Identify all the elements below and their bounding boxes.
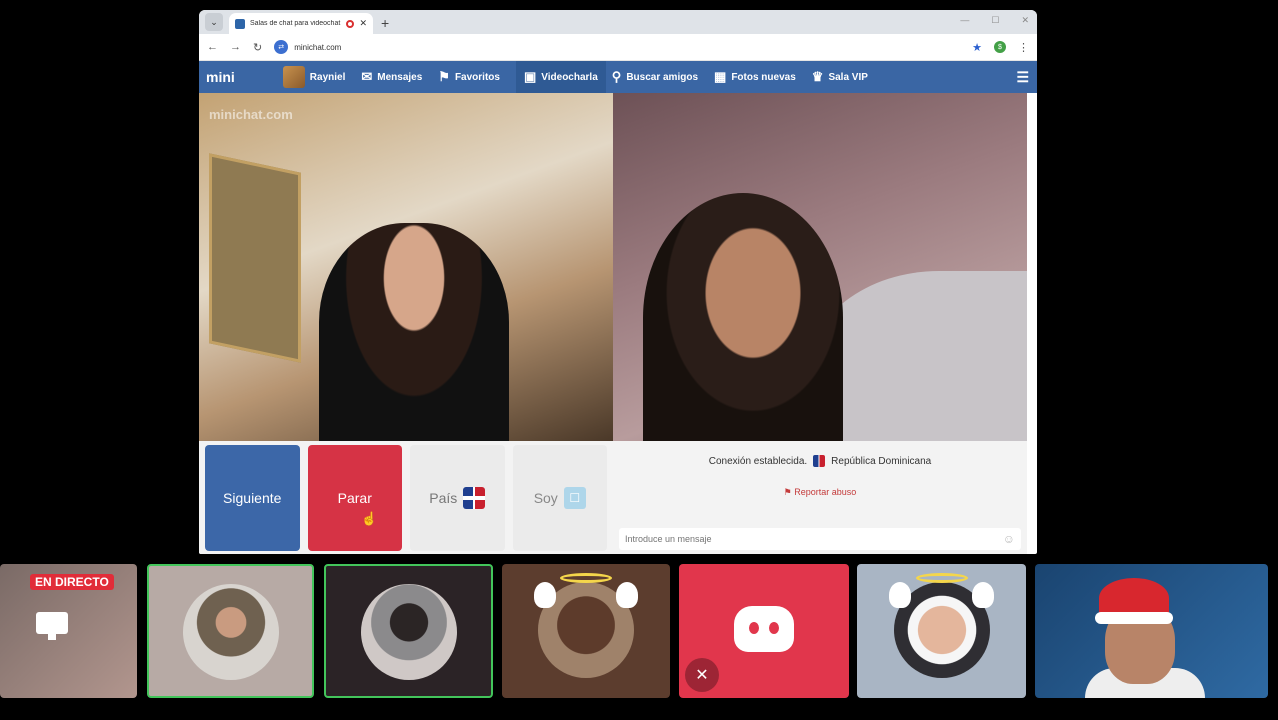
nav-new-photos[interactable]: ▦ Fotos nuevas xyxy=(714,61,796,93)
logo-text-mini: mini xyxy=(206,69,235,85)
halo-icon xyxy=(560,573,612,583)
hamburger-menu-icon[interactable]: ☰ xyxy=(1016,69,1029,86)
forward-icon[interactable]: → xyxy=(230,41,241,53)
nav-messages[interactable]: ✉ Mensajes xyxy=(361,61,422,93)
browser-tab[interactable]: Salas de chat para videochat ✕ xyxy=(229,13,373,34)
gender-button-label: Soy xyxy=(533,489,558,506)
nav-search-friends[interactable]: ⚲ Buscar amigos xyxy=(612,61,698,93)
nav-videochat[interactable]: ▣ Videocharla xyxy=(515,61,606,93)
participant-tile[interactable] xyxy=(324,564,493,698)
search-icon: ⚲ xyxy=(611,69,622,84)
site-favicon-icon xyxy=(235,18,245,29)
tab-bar: ⌄ Salas de chat para videochat ✕ + — ☐ ✕ xyxy=(199,10,1037,34)
flag-icon xyxy=(463,486,486,509)
next-button-label: Siguiente xyxy=(223,489,282,506)
participant-tile[interactable] xyxy=(147,564,314,698)
grid-icon: ▦ xyxy=(714,69,727,84)
id-card-icon: ☐ xyxy=(563,486,586,509)
nav-favorites[interactable]: ⚑ Favoritos xyxy=(438,61,500,93)
santa-hat xyxy=(1095,578,1173,624)
url-text: minichat.com xyxy=(294,42,342,52)
discord-logo-icon xyxy=(734,606,794,652)
recording-icon xyxy=(346,19,355,28)
screen: ⌄ Salas de chat para videochat ✕ + — ☐ ✕… xyxy=(0,0,1278,720)
control-panel: Siguiente Parar País Soy ☐ ☝ xyxy=(199,441,613,554)
participant-tile[interactable] xyxy=(857,564,1026,698)
local-video xyxy=(613,93,1027,441)
halo-icon xyxy=(915,573,968,583)
chevron-down-icon[interactable]: ⌄ xyxy=(205,13,223,31)
flag-icon: ⚑ xyxy=(783,487,792,497)
wing-icon xyxy=(972,582,994,608)
tab-title: Salas de chat para videochat xyxy=(250,20,341,27)
status-text: Conexión establecida. xyxy=(708,455,808,467)
nav-favorites-label: Favoritos xyxy=(454,71,500,83)
country-button-label: País xyxy=(429,489,458,506)
nav-search-friends-label: Buscar amigos xyxy=(626,71,699,83)
remote-person xyxy=(319,223,509,441)
gender-button[interactable]: Soy ☐ xyxy=(512,444,607,551)
site-info-icon[interactable]: ⇄ xyxy=(274,40,289,54)
webcam-tile[interactable] xyxy=(1035,564,1268,698)
avatar xyxy=(182,584,279,680)
stop-button-label: Parar xyxy=(337,489,372,506)
report-abuse-link[interactable]: ⚑ Reportar abuso xyxy=(613,487,1027,498)
bookmark-star-icon[interactable]: ★ xyxy=(972,41,982,54)
address-bar: ← → ↻ ⇄ minichat.com ★ $ ⋮ xyxy=(199,34,1037,61)
maximize-icon[interactable]: ☐ xyxy=(991,15,999,26)
reload-icon[interactable]: ↻ xyxy=(253,41,262,54)
emoji-icon[interactable]: ☺ xyxy=(1003,532,1015,546)
message-input[interactable] xyxy=(625,534,1003,544)
window-controls: — ☐ ✕ xyxy=(960,15,1029,26)
stream-preview-tile: EN DIRECTO xyxy=(0,564,137,698)
browser-window: ⌄ Salas de chat para videochat ✕ + — ☐ ✕… xyxy=(199,10,1037,554)
background-panel xyxy=(209,153,301,363)
report-abuse-label: Reportar abuso xyxy=(794,487,857,497)
next-button[interactable]: Siguiente xyxy=(205,444,300,551)
chat-panel: Conexión establecida. República Dominica… xyxy=(613,441,1027,554)
envelope-icon: ✉ xyxy=(361,69,373,84)
nav-vip-room[interactable]: ♛ Sala VIP xyxy=(812,61,868,93)
avatar xyxy=(282,66,305,88)
new-tab-icon[interactable]: + xyxy=(381,15,389,31)
participant-tile[interactable] xyxy=(502,564,670,698)
crown-icon: ♛ xyxy=(811,69,824,84)
connection-status: Conexión establecida. República Dominica… xyxy=(613,455,1027,467)
avatar xyxy=(360,584,457,680)
video-area: minichat.com xyxy=(199,93,1027,441)
nav-user-label: Rayniel xyxy=(309,71,346,83)
nav-vip-room-label: Sala VIP xyxy=(828,71,868,83)
mic-muted-icon: ✕ xyxy=(685,658,719,692)
remote-video: minichat.com xyxy=(199,93,613,441)
nav-videochat-label: Videocharla xyxy=(541,71,598,83)
country-button[interactable]: País xyxy=(410,444,505,551)
site-navbar: minichat Rayniel ✉ Mensajes ⚑ Favoritos … xyxy=(199,61,1037,554)
wing-icon xyxy=(889,582,911,608)
back-icon[interactable]: ← xyxy=(207,41,218,53)
wing-icon xyxy=(534,582,556,608)
live-badge: EN DIRECTO xyxy=(30,574,114,590)
partner-country: República Dominicana xyxy=(831,455,932,467)
bookmark-icon: ⚑ xyxy=(438,69,450,84)
local-person xyxy=(643,193,843,441)
hand-cursor-icon: ☝ xyxy=(361,511,378,526)
extension-icon[interactable]: $ xyxy=(994,41,1006,53)
nav-user[interactable]: Rayniel xyxy=(282,61,346,93)
nav-new-photos-label: Fotos nuevas xyxy=(731,71,796,83)
message-box: ☺ xyxy=(619,528,1021,550)
stop-button[interactable]: Parar xyxy=(307,444,402,551)
participant-tile[interactable]: ✕ xyxy=(679,564,849,698)
minimize-icon[interactable]: — xyxy=(960,15,969,26)
wing-icon xyxy=(616,582,638,608)
screen-share-icon xyxy=(36,612,68,640)
url-field[interactable]: ⇄ minichat.com xyxy=(274,40,960,54)
flag-icon xyxy=(813,455,826,467)
close-tab-icon[interactable]: ✕ xyxy=(359,18,367,29)
nav-messages-label: Mensajes xyxy=(377,71,423,83)
watermark: minichat.com xyxy=(209,107,293,122)
browser-menu-icon[interactable]: ⋮ xyxy=(1018,41,1029,54)
close-window-icon[interactable]: ✕ xyxy=(1021,15,1029,26)
minichat-logo[interactable]: minichat xyxy=(206,69,1028,554)
chat-bubble-icon: ▣ xyxy=(523,69,537,84)
